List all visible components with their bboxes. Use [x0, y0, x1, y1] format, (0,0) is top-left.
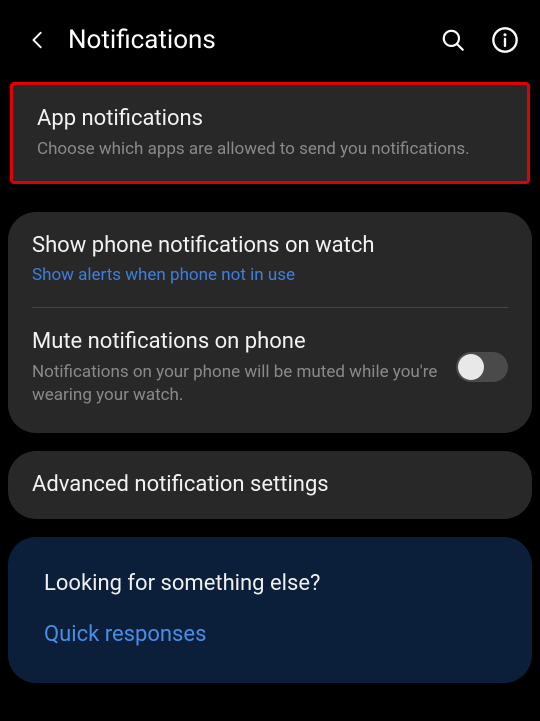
app-notifications-item: App notifications Choose which apps are … [13, 85, 527, 181]
show-on-watch-title: Show phone notifications on watch [32, 232, 508, 261]
show-on-watch-item[interactable]: Show phone notifications on watch Show a… [8, 212, 532, 308]
page-title: Notifications [68, 25, 438, 55]
search-button[interactable] [438, 25, 468, 55]
app-notifications-title: App notifications [37, 105, 503, 134]
footer-card: Looking for something else? Quick respon… [8, 537, 532, 683]
mute-on-phone-item[interactable]: Mute notifications on phone Notification… [8, 308, 532, 432]
search-icon [440, 27, 466, 53]
watch-settings-card: Show phone notifications on watch Show a… [8, 212, 532, 433]
advanced-settings-item: Advanced notification settings [8, 451, 532, 520]
mute-on-phone-text: Mute notifications on phone Notification… [32, 328, 456, 406]
advanced-settings-title: Advanced notification settings [32, 471, 508, 500]
header-actions [438, 25, 520, 55]
toggle-knob [458, 354, 484, 380]
app-notifications-card[interactable]: App notifications Choose which apps are … [10, 82, 530, 184]
mute-on-phone-toggle[interactable] [456, 352, 508, 382]
quick-responses-link[interactable]: Quick responses [44, 622, 496, 647]
show-on-watch-subtitle: Show alerts when phone not in use [32, 264, 508, 287]
back-button[interactable] [20, 22, 56, 58]
header-bar: Notifications [0, 0, 540, 76]
info-button[interactable] [490, 25, 520, 55]
mute-on-phone-subtitle: Notifications on your phone will be mute… [32, 361, 440, 407]
info-icon [491, 26, 519, 54]
advanced-settings-card[interactable]: Advanced notification settings [8, 451, 532, 520]
back-chevron-icon [27, 29, 49, 51]
app-notifications-subtitle: Choose which apps are allowed to send yo… [37, 138, 503, 161]
mute-on-phone-title: Mute notifications on phone [32, 328, 440, 357]
footer-prompt: Looking for something else? [44, 571, 496, 596]
